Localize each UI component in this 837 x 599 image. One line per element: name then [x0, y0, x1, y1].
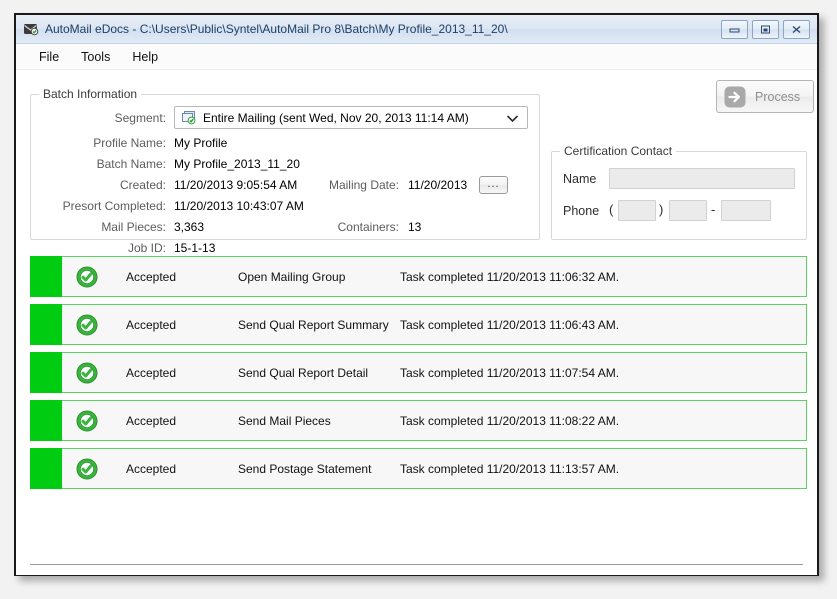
row-detail: Task completed 11/20/2013 11:13:57 AM. — [400, 461, 620, 476]
row-task: Send Qual Report Detail — [238, 365, 369, 380]
row-task: Send Mail Pieces — [238, 413, 331, 428]
row-status: Accepted — [126, 317, 177, 332]
table-row[interactable]: Accepted Send Qual Report Detail Task co… — [30, 352, 807, 393]
row-accent-bar — [30, 352, 62, 393]
certification-contact-group: Certification Contact Name Phone ( ) - — [551, 144, 807, 240]
close-button[interactable] — [783, 19, 810, 39]
arrow-right-icon — [724, 86, 746, 108]
segment-combobox[interactable]: Entire Mailing (sent Wed, Nov 20, 2013 1… — [174, 106, 528, 129]
check-circle-icon — [76, 362, 98, 384]
containers-label: Containers: — [337, 220, 399, 234]
mail-pieces-value: 3,363 — [174, 220, 205, 234]
process-button-label: Process — [755, 89, 801, 104]
bottom-divider — [30, 564, 803, 565]
row-status: Accepted — [126, 365, 177, 380]
phone-prefix-input[interactable] — [669, 200, 707, 221]
table-row[interactable]: Accepted Send Postage Statement Task com… — [30, 448, 807, 489]
created-value: 11/20/2013 9:05:54 AM — [174, 178, 298, 192]
containers-value: 13 — [408, 220, 422, 234]
contact-phone-label: Phone — [563, 204, 600, 218]
row-body: Accepted Send Postage Statement Task com… — [62, 448, 807, 489]
window-controls — [721, 19, 810, 39]
menu-item-help[interactable]: Help — [121, 47, 169, 67]
presort-completed-value: 11/20/2013 10:43:07 AM — [174, 199, 304, 213]
row-status: Accepted — [126, 269, 177, 284]
application-window: AutoMail eDocs - C:\Users\Public\Syntel\… — [14, 13, 819, 576]
window-title: AutoMail eDocs - C:\Users\Public\Syntel\… — [45, 22, 508, 36]
batch-information-group: Batch Information Segment: Entire Mailin… — [30, 87, 540, 255]
menu-bar: File Tools Help — [16, 44, 817, 70]
process-button[interactable]: Process — [716, 80, 814, 113]
title-bar[interactable]: AutoMail eDocs - C:\Users\Public\Syntel\… — [16, 15, 817, 44]
restore-icon — [761, 25, 770, 33]
row-task: Send Postage Statement — [238, 461, 372, 476]
profile-name-value: My Profile — [174, 136, 228, 150]
table-row[interactable]: Accepted Open Mailing Group Task complet… — [30, 256, 807, 297]
check-circle-icon — [76, 458, 98, 480]
mailing-date-label: Mailing Date: — [328, 178, 399, 192]
phone-dash: - — [711, 202, 716, 217]
presort-completed-label: Presort Completed: — [62, 199, 166, 213]
row-detail: Task completed 11/20/2013 11:06:32 AM. — [400, 269, 620, 284]
batch-name-value: My Profile_2013_11_20 — [174, 157, 300, 171]
menu-item-tools[interactable]: Tools — [70, 47, 121, 67]
check-circle-icon — [76, 314, 98, 336]
row-status: Accepted — [126, 413, 177, 428]
row-task: Send Qual Report Summary — [238, 317, 389, 332]
batch-information-title: Batch Information — [39, 87, 142, 101]
job-id-value: 15-1-13 — [174, 241, 216, 255]
phone-open-paren: ( — [609, 202, 614, 217]
row-detail: Task completed 11/20/2013 11:06:43 AM. — [400, 317, 620, 332]
minimize-icon — [729, 28, 740, 33]
mailing-segment-icon — [180, 110, 197, 125]
row-body: Accepted Send Qual Report Detail Task co… — [62, 352, 807, 393]
row-body: Accepted Send Qual Report Summary Task c… — [62, 304, 807, 345]
row-detail: Task completed 11/20/2013 11:08:22 AM. — [400, 413, 620, 428]
client-area: Batch Information Segment: Entire Mailin… — [16, 70, 817, 575]
task-status-list: Accepted Open Mailing Group Task complet… — [30, 256, 807, 496]
minimize-button[interactable] — [721, 19, 748, 39]
menu-item-file[interactable]: File — [28, 47, 70, 67]
phone-area-code-input[interactable] — [618, 200, 656, 221]
mailing-date-browse-button[interactable]: ... — [479, 176, 508, 194]
segment-value: Entire Mailing (sent Wed, Nov 20, 2013 1… — [203, 110, 469, 125]
segment-label: Segment: — [114, 111, 166, 125]
check-circle-icon — [76, 266, 98, 288]
row-detail: Task completed 11/20/2013 11:07:54 AM. — [400, 365, 620, 380]
maximize-button[interactable] — [752, 19, 779, 39]
contact-name-input[interactable] — [609, 168, 795, 189]
mail-pieces-label: Mail Pieces: — [101, 220, 166, 234]
created-label: Created: — [119, 178, 166, 192]
row-accent-bar — [30, 448, 62, 489]
row-accent-bar — [30, 304, 62, 345]
profile-name-label: Profile Name: — [93, 136, 166, 150]
chevron-down-icon[interactable] — [506, 111, 519, 125]
automail-app-icon — [23, 21, 39, 37]
row-body: Accepted Send Mail Pieces Task completed… — [62, 400, 807, 441]
table-row[interactable]: Accepted Send Mail Pieces Task completed… — [30, 400, 807, 441]
batch-name-label: Batch Name: — [96, 157, 166, 171]
check-circle-icon — [76, 410, 98, 432]
job-id-label: Job ID: — [127, 241, 166, 255]
row-status: Accepted — [126, 461, 177, 476]
close-icon — [792, 25, 801, 33]
certification-contact-title: Certification Contact — [560, 144, 677, 158]
row-accent-bar — [30, 256, 62, 297]
row-accent-bar — [30, 400, 62, 441]
table-row[interactable]: Accepted Send Qual Report Summary Task c… — [30, 304, 807, 345]
phone-close-paren: ) — [659, 202, 664, 217]
contact-name-label: Name — [563, 172, 597, 186]
mailing-date-value: 11/20/2013 — [408, 178, 468, 192]
row-task: Open Mailing Group — [238, 269, 346, 284]
phone-line-number-input[interactable] — [721, 200, 771, 221]
row-body: Accepted Open Mailing Group Task complet… — [62, 256, 807, 297]
